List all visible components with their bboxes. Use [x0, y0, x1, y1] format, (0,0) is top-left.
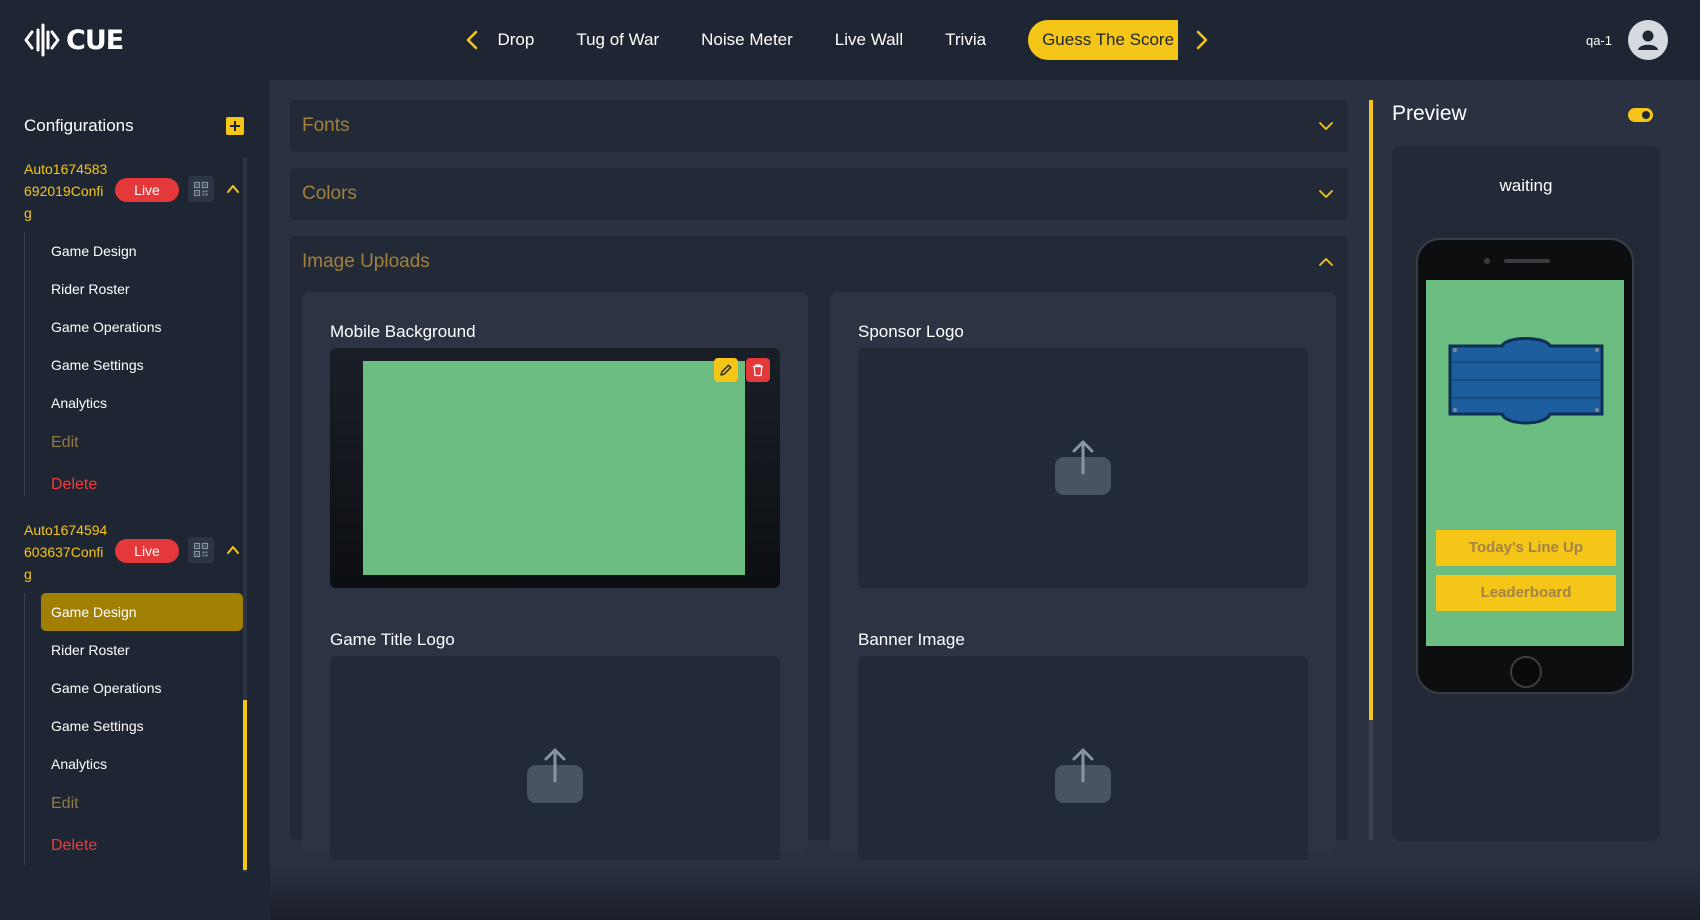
collapse-configuration-button[interactable] — [224, 541, 242, 559]
phone-speaker — [1504, 259, 1550, 263]
app-root: CUE Prize Drop Tug of War Noise Meter Li… — [0, 0, 1700, 920]
tab-prize-drop[interactable]: Prize Drop — [498, 20, 534, 60]
collapse-image-uploads-button[interactable] — [1316, 252, 1336, 272]
wooden-sign-icon — [1448, 337, 1604, 425]
menu-item-rider-roster[interactable]: Rider Roster — [41, 631, 243, 669]
menu-item-game-design[interactable]: Game Design — [41, 232, 243, 270]
delete-image-button[interactable] — [746, 358, 770, 382]
upload-card-left: Mobile Background Game Title Logo — [302, 292, 808, 896]
qr-code-button[interactable] — [188, 537, 214, 563]
mobile-background-label: Mobile Background — [330, 322, 476, 341]
cue-logo-icon — [24, 23, 60, 57]
leaderboard-button[interactable]: Leaderboard — [1436, 575, 1616, 611]
tab-trivia[interactable]: Trivia — [945, 20, 986, 60]
tab-noise-meter[interactable]: Noise Meter — [701, 20, 793, 60]
user-avatar-icon — [1638, 30, 1658, 50]
qr-code-icon — [193, 542, 209, 558]
image-uploads-section: Image Uploads Mobile Background Game Tit… — [290, 236, 1348, 896]
phone-camera — [1484, 258, 1490, 264]
chevron-left-icon — [466, 30, 478, 50]
upload-icon — [1055, 440, 1111, 495]
chevron-up-icon — [227, 185, 239, 193]
chevron-down-icon — [1319, 122, 1333, 130]
fonts-section-title[interactable]: Fonts — [302, 100, 350, 152]
pencil-icon — [720, 364, 732, 376]
colors-section-title[interactable]: Colors — [302, 168, 357, 220]
sponsor-logo-label: Sponsor Logo — [858, 322, 964, 341]
mobile-background-image — [363, 361, 745, 575]
chevron-up-icon — [227, 546, 239, 554]
sidebar: Configurations Auto1674583692019Config L… — [0, 80, 270, 920]
phone-home-button — [1510, 656, 1542, 688]
preview-toggle[interactable] — [1628, 108, 1653, 122]
qr-code-button[interactable] — [188, 176, 214, 202]
live-badge: Live — [115, 539, 179, 563]
upload-card-right: Sponsor Logo Banner Image — [830, 292, 1336, 896]
delete-configuration-button[interactable]: Delete — [41, 466, 243, 504]
edit-image-button[interactable] — [714, 358, 738, 382]
edit-configuration-button[interactable]: Edit — [41, 785, 243, 823]
fonts-section: Fonts — [290, 100, 1348, 152]
expand-colors-button[interactable] — [1316, 184, 1336, 204]
todays-lineup-button[interactable]: Today's Line Up — [1436, 530, 1616, 566]
add-configuration-button[interactable] — [226, 117, 244, 135]
mobile-background-preview — [330, 348, 780, 588]
trash-icon — [753, 364, 763, 377]
configuration-menu: Game Design Rider Roster Game Operations… — [24, 593, 244, 865]
sponsor-logo-upload[interactable] — [858, 348, 1308, 588]
username: qa-1 — [1585, 32, 1612, 48]
upload-icon — [1055, 748, 1111, 803]
live-badge: Live — [115, 178, 179, 202]
menu-item-game-design[interactable]: Game Design — [41, 593, 243, 631]
tabs-prev-button[interactable] — [460, 26, 484, 54]
menu-item-game-settings[interactable]: Game Settings — [41, 346, 243, 384]
collapse-configuration-button[interactable] — [224, 180, 242, 198]
game-tabs: Prize Drop Tug of War Noise Meter Live W… — [498, 20, 1178, 60]
configuration-menu: Game Design Rider Roster Game Operations… — [24, 232, 244, 496]
menu-item-game-operations[interactable]: Game Operations — [41, 308, 243, 346]
avatar[interactable] — [1628, 20, 1668, 60]
phone-screen: Today's Line Up Leaderboard — [1426, 280, 1624, 646]
preview-toggle-knob — [1642, 111, 1650, 119]
chevron-down-icon — [1319, 190, 1333, 198]
preview-state-text: waiting — [1499, 176, 1553, 195]
upload-icon — [527, 748, 583, 803]
expand-fonts-button[interactable] — [1316, 116, 1336, 136]
banner-image-label: Banner Image — [858, 630, 965, 649]
game-tabs-track: Prize Drop Tug of War Noise Meter Live W… — [498, 20, 1178, 60]
configuration-name[interactable]: Auto1674583692019Config — [24, 158, 110, 224]
phone-mockup: Today's Line Up Leaderboard — [1416, 238, 1634, 694]
qr-code-icon — [193, 181, 209, 197]
edit-configuration-button[interactable]: Edit — [41, 424, 243, 462]
preview-divider — [1369, 100, 1373, 720]
chevron-up-icon — [1319, 258, 1333, 266]
delete-configuration-button[interactable]: Delete — [41, 827, 243, 865]
tabs-next-button[interactable] — [1190, 26, 1214, 54]
preview-divider-lower — [1369, 720, 1373, 840]
image-uploads-section-title[interactable]: Image Uploads — [302, 236, 430, 288]
menu-item-analytics[interactable]: Analytics — [41, 384, 243, 422]
logo-text: CUE — [66, 24, 124, 56]
plus-icon — [230, 121, 240, 131]
preview-panel: waiting Today's Line Up Leaderboard — [1392, 146, 1660, 841]
top-bar: CUE Prize Drop Tug of War Noise Meter Li… — [0, 0, 1700, 80]
logo[interactable]: CUE — [24, 20, 124, 60]
configurations-header: Configurations — [24, 116, 244, 136]
game-title-logo-label: Game Title Logo — [330, 630, 455, 649]
tab-live-wall[interactable]: Live Wall — [835, 20, 903, 60]
configurations-title: Configurations — [24, 116, 134, 135]
menu-item-game-settings[interactable]: Game Settings — [41, 707, 243, 745]
user-menu: qa-1 — [1586, 20, 1668, 60]
preview-title: Preview — [1392, 102, 1467, 125]
menu-item-analytics[interactable]: Analytics — [41, 745, 243, 783]
chevron-right-icon — [1196, 30, 1208, 50]
tab-tug-of-war[interactable]: Tug of War — [576, 20, 659, 60]
menu-item-rider-roster[interactable]: Rider Roster — [41, 270, 243, 308]
tab-guess-the-score[interactable]: Guess The Score — [1028, 20, 1178, 60]
colors-section: Colors — [290, 168, 1348, 220]
bottom-fade — [270, 860, 1700, 920]
configuration-name[interactable]: Auto1674594603637Config — [24, 519, 110, 585]
menu-item-game-operations[interactable]: Game Operations — [41, 669, 243, 707]
